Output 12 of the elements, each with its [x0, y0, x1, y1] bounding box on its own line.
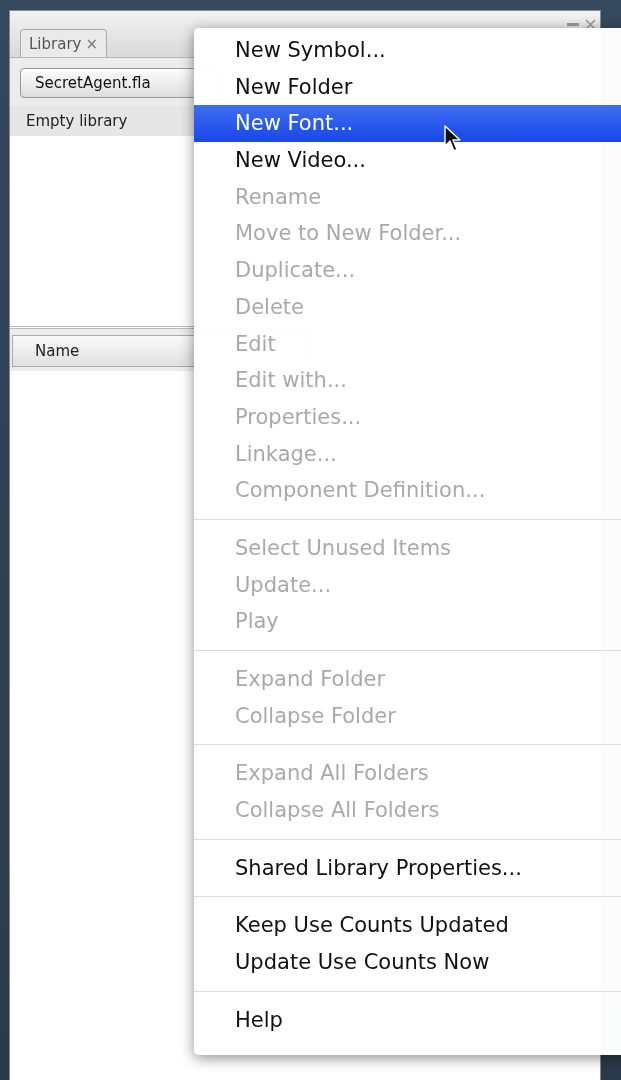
- menu-item[interactable]: New Video...: [194, 142, 621, 179]
- library-tab[interactable]: Library ×: [20, 29, 108, 57]
- menu-item[interactable]: New Font...: [194, 105, 621, 143]
- tab-close-button[interactable]: ×: [85, 35, 99, 53]
- menu-item[interactable]: New Symbol...: [194, 32, 621, 69]
- minimize-icon[interactable]: [567, 22, 579, 27]
- menu-item[interactable]: Shared Library Properties...: [194, 849, 621, 887]
- menu-item[interactable]: Keep Use Counts Updated: [194, 907, 621, 945]
- menu-item[interactable]: Update Use Counts Now: [194, 944, 621, 981]
- cursor-icon: [444, 125, 462, 153]
- menu-item[interactable]: Help: [194, 1001, 621, 1039]
- close-icon[interactable]: [585, 19, 596, 30]
